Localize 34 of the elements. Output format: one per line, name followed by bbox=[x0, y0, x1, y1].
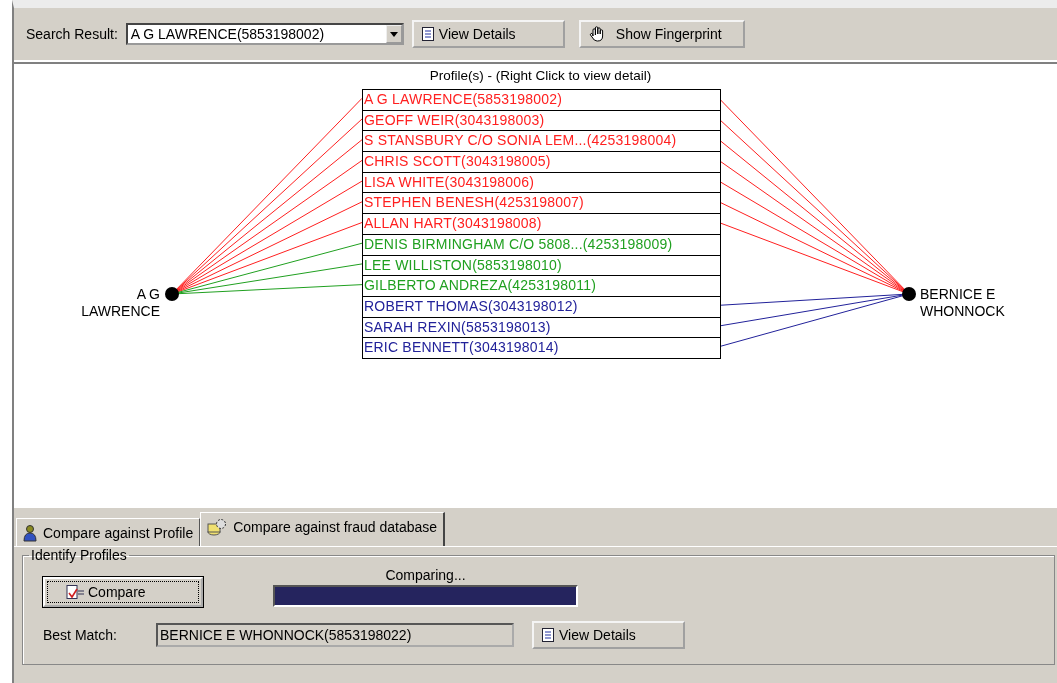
search-result-dropdown[interactable]: A G LAWRENCE(5853198002) bbox=[125, 23, 404, 45]
view-details-button[interactable]: View Details bbox=[411, 20, 565, 48]
profile-row[interactable]: ROBERT THOMAS(3043198012) bbox=[363, 296, 720, 318]
dropdown-arrow-icon bbox=[389, 31, 398, 37]
tab[interactable]: Compare against fraud database bbox=[200, 512, 446, 546]
group-title: Identify Profiles bbox=[30, 547, 128, 563]
node-dot bbox=[902, 287, 916, 301]
node-label: BERNICE E WHONNOCK bbox=[920, 286, 1006, 320]
profile-row[interactable]: ERIC BENNETT(3043198014) bbox=[363, 338, 720, 359]
profile-row[interactable]: SARAH REXIN(5853198013) bbox=[363, 317, 720, 339]
profile-row[interactable]: LISA WHITE(3043198006) bbox=[363, 172, 720, 194]
profile-row[interactable]: GEOFF WEIR(3043198003) bbox=[363, 110, 720, 132]
profile-row[interactable]: CHRIS SCOTT(3043198005) bbox=[363, 152, 720, 173]
best-match-label: Best Match: bbox=[43, 627, 118, 643]
compare-button[interactable]: Compare bbox=[43, 577, 203, 607]
tab[interactable]: Compare against Profile bbox=[16, 518, 201, 546]
node-dot bbox=[165, 287, 179, 301]
document-icon bbox=[421, 27, 434, 41]
show-fingerprint-button[interactable]: Show Fingerprint bbox=[578, 20, 745, 48]
profile-row[interactable]: DENIS BIRMINGHAM C/O 5808...(4253198009) bbox=[363, 234, 720, 256]
profile-row[interactable]: LEE WILLISTON(5853198010) bbox=[363, 255, 720, 277]
best-match-field: BERNICE E WHONNOCK(5853198022) bbox=[156, 623, 514, 647]
profile-row[interactable]: STEPHEN BENESH(4253198007) bbox=[363, 193, 720, 215]
document-icon bbox=[542, 628, 554, 642]
view-details-button[interactable]: View Details bbox=[532, 621, 685, 649]
profile-row[interactable]: ALLAN HART(3043198008) bbox=[363, 214, 720, 235]
search-result-label: Search Result: bbox=[26, 26, 118, 42]
status-text: Comparing... bbox=[385, 567, 466, 583]
node-label: A G LAWRENCE bbox=[80, 286, 160, 320]
person-icon bbox=[23, 523, 37, 542]
diagram-title: Profile(s) - (Right Click to view detail) bbox=[428, 68, 653, 83]
profile-row[interactable]: S STANSBURY C/O SONIA LEM...(4253198004) bbox=[363, 131, 720, 153]
checked-document-icon bbox=[66, 584, 86, 600]
profile-row[interactable]: A G LAWRENCE(5853198002) bbox=[363, 90, 720, 111]
